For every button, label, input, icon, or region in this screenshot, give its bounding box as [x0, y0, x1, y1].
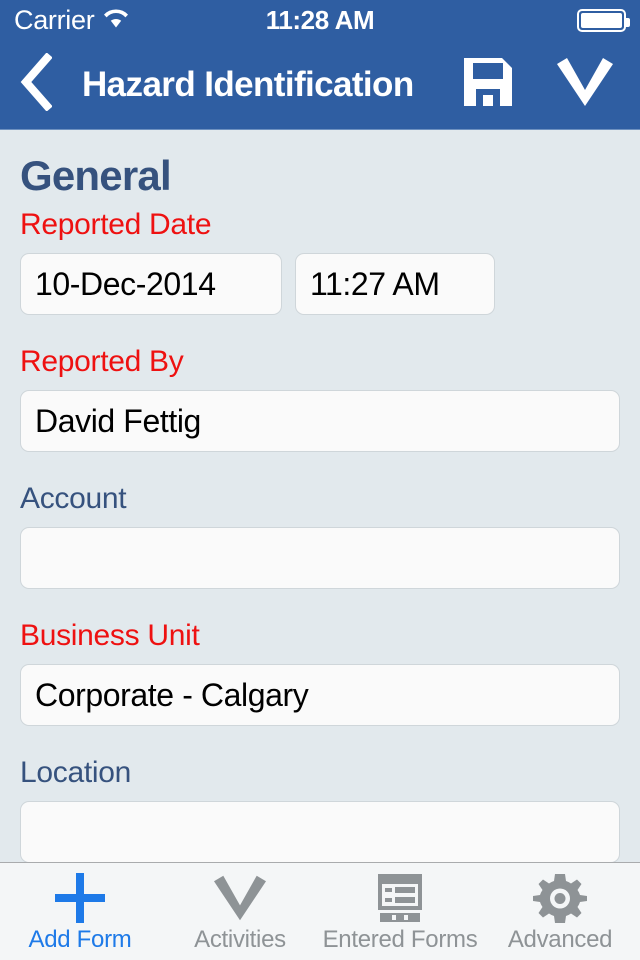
wifi-icon: [103, 8, 129, 33]
field-account: Account: [20, 482, 620, 589]
tab-add-form[interactable]: Add Form: [0, 863, 160, 960]
battery-full-icon: [577, 8, 630, 32]
field-label-account: Account: [20, 482, 127, 515]
section-title-general: General: [20, 152, 172, 199]
tab-bar: Add Form Activities Entered Forms Advanc…: [0, 862, 640, 960]
navbar-actions: [462, 54, 622, 115]
carrier-label: Carrier: [14, 4, 95, 35]
checkmark-icon: [554, 54, 616, 115]
field-label-business-unit: Business Unit: [20, 619, 200, 652]
battery-fill: [581, 12, 622, 28]
account-input[interactable]: [20, 527, 620, 589]
gear-icon: [533, 874, 587, 923]
floppy-disk-save-icon: [462, 56, 514, 113]
field-reported-by: Reported By David Fettig: [20, 345, 620, 452]
checkmark-icon: [211, 874, 269, 922]
reported-date-row: 10-Dec-2014 11:27 AM: [20, 253, 620, 315]
tab-activities[interactable]: Activities: [160, 863, 320, 960]
page-title: Hazard Identification: [82, 64, 414, 104]
navigation-bar: Hazard Identification: [0, 40, 640, 130]
status-bar-right: [577, 8, 630, 32]
confirm-button[interactable]: [554, 54, 616, 115]
form-scroll-area[interactable]: General Reported Date 10-Dec-2014 11:27 …: [0, 130, 640, 862]
app-root: Carrier 11:28 AM Hazard Identification G…: [0, 0, 640, 960]
chevron-left-icon: [18, 52, 53, 116]
reported-date-input[interactable]: 10-Dec-2014: [20, 253, 282, 315]
field-reported-date: Reported Date 10-Dec-2014 11:27 AM: [20, 208, 620, 315]
field-location: Location: [20, 756, 620, 862]
field-label-reported-date: Reported Date: [20, 208, 212, 241]
reported-by-input[interactable]: David Fettig: [20, 390, 620, 452]
tab-label-activities: Activities: [194, 926, 286, 953]
field-label-reported-by: Reported By: [20, 345, 184, 378]
location-input[interactable]: [20, 801, 620, 862]
tab-label-advanced: Advanced: [507, 926, 613, 953]
save-button[interactable]: [462, 56, 514, 113]
tab-entered-forms[interactable]: Entered Forms: [320, 863, 480, 960]
reported-time-input[interactable]: 11:27 AM: [295, 253, 495, 315]
plus-icon: [50, 873, 110, 923]
field-label-location: Location: [20, 756, 132, 789]
back-button[interactable]: [18, 52, 70, 116]
tab-advanced[interactable]: Advanced: [480, 863, 640, 960]
tab-label-entered-forms: Entered Forms: [322, 926, 478, 953]
field-business-unit: Business Unit Corporate - Calgary: [20, 619, 620, 726]
status-bar: Carrier 11:28 AM: [0, 0, 640, 40]
tab-label-add-form: Add Form: [28, 926, 132, 953]
business-unit-input[interactable]: Corporate - Calgary: [20, 664, 620, 726]
status-bar-left: Carrier: [14, 4, 129, 35]
form-list-icon: [372, 874, 428, 922]
